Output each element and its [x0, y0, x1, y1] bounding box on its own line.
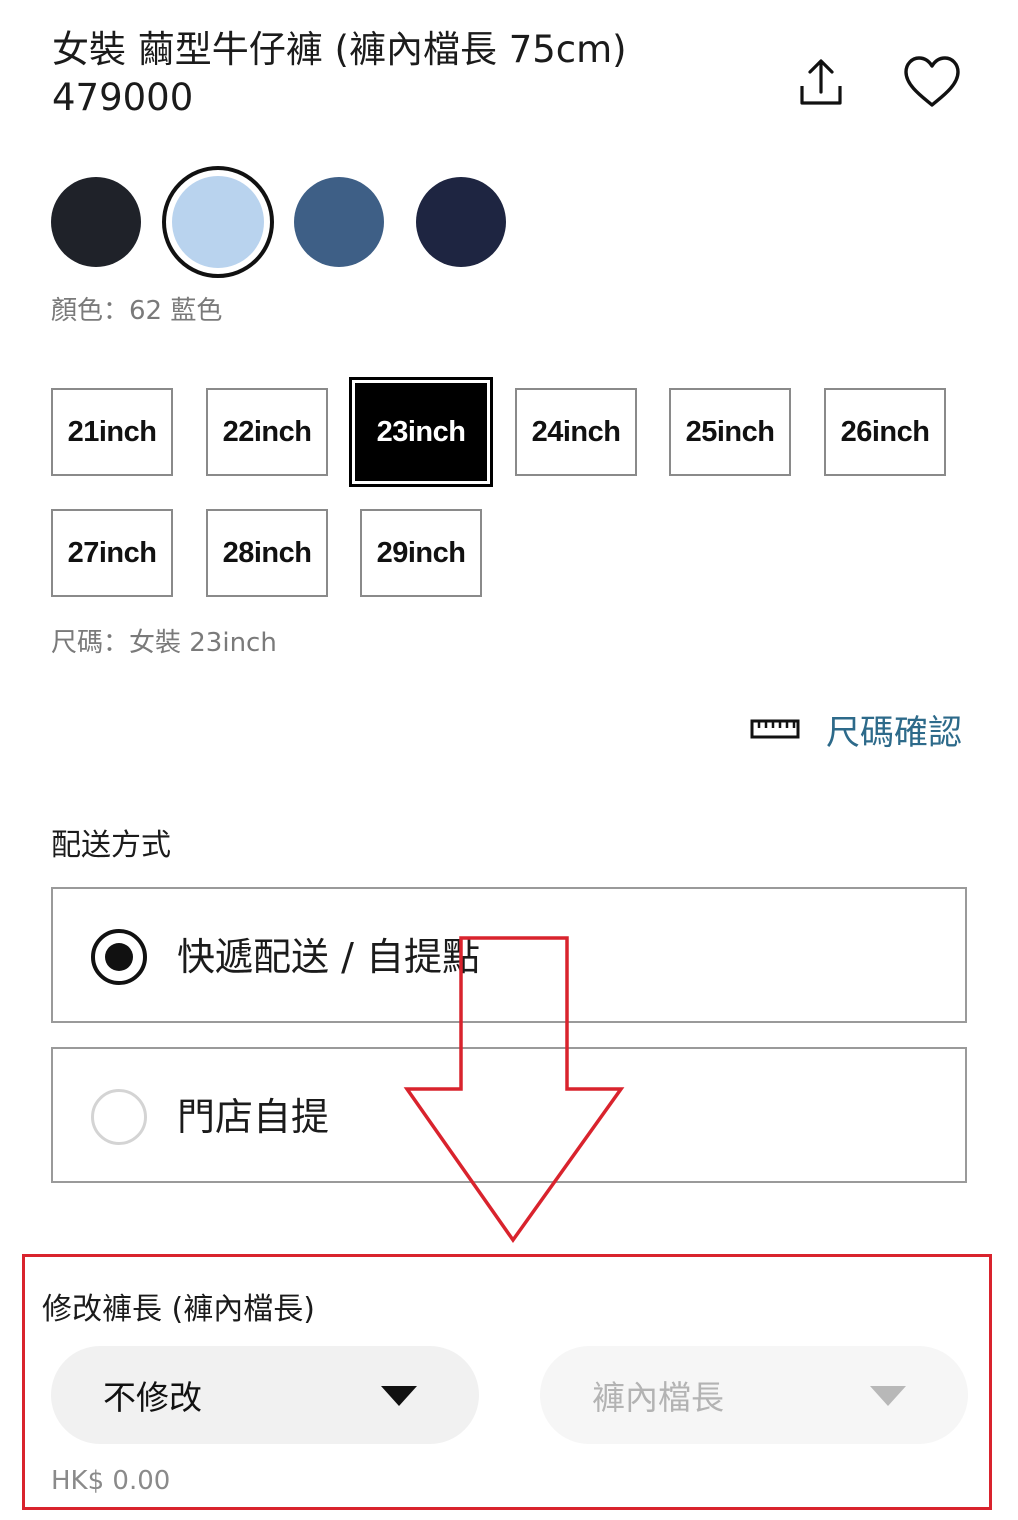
product-title: 女裝 繭型牛仔褲 (褲內檔長 75cm) — [52, 28, 627, 71]
caret-down-icon — [870, 1386, 906, 1406]
size-option-21[interactable]: 21inch — [51, 388, 173, 476]
size-check-label: 尺碼確認 — [826, 712, 962, 753]
heart-icon — [904, 56, 960, 107]
size-option-24[interactable]: 24inch — [515, 388, 637, 476]
alteration-heading: 修改褲長 (褲內檔長) — [42, 1292, 315, 1327]
delivery-option-label: 門店自提 — [177, 1095, 330, 1139]
size-caption: 尺碼：女裝 23inch — [51, 628, 277, 658]
caret-down-icon — [381, 1386, 417, 1406]
inseam-length-select[interactable]: 褲內檔長 — [540, 1346, 968, 1444]
share-icon — [800, 59, 842, 105]
delivery-heading: 配送方式 — [51, 828, 171, 863]
size-option-22[interactable]: 22inch — [206, 388, 328, 476]
size-option-28[interactable]: 28inch — [206, 509, 328, 597]
inseam-length-placeholder: 褲內檔長 — [592, 1378, 724, 1417]
ruler-icon — [750, 719, 800, 739]
length-alteration-value: 不修改 — [103, 1378, 202, 1417]
favorite-button[interactable] — [900, 52, 964, 112]
size-check-link[interactable]: 尺碼確認 — [750, 706, 962, 753]
alteration-price: HK$ 0.00 — [51, 1466, 171, 1496]
color-swatch-blue[interactable] — [294, 177, 384, 267]
size-option-25[interactable]: 25inch — [669, 388, 791, 476]
color-swatch-navy[interactable] — [416, 177, 506, 267]
annotation-arrow — [403, 936, 625, 1244]
color-swatch-black[interactable] — [51, 177, 141, 267]
color-swatch-light-blue[interactable] — [172, 176, 264, 268]
size-option-23-selected[interactable]: 23inch — [349, 377, 493, 487]
share-button[interactable] — [794, 52, 848, 112]
size-option-26[interactable]: 26inch — [824, 388, 946, 476]
radio-selected[interactable] — [91, 929, 147, 985]
radio-unselected[interactable] — [91, 1089, 147, 1145]
product-code: 479000 — [52, 76, 194, 119]
size-option-29[interactable]: 29inch — [360, 509, 482, 597]
color-caption: 顏色：62 藍色 — [51, 296, 223, 326]
size-option-27[interactable]: 27inch — [51, 509, 173, 597]
length-alteration-select[interactable]: 不修改 — [51, 1346, 479, 1444]
